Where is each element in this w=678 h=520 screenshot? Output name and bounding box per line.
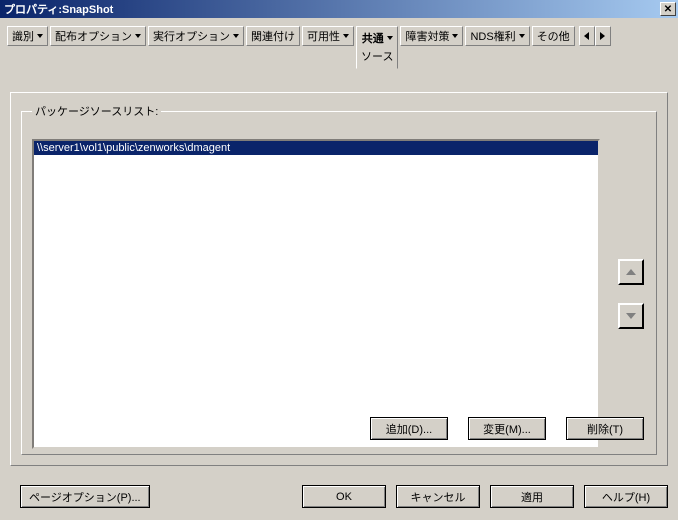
list-action-buttons: 追加(D)... 変更(M)... 削除(T) bbox=[370, 417, 644, 440]
close-button[interactable]: ✕ bbox=[660, 2, 676, 16]
tab-label: 共通 bbox=[362, 30, 384, 46]
tab-run-options[interactable]: 実行オプション bbox=[148, 26, 244, 46]
package-source-group: パッケージソースリスト: \\server1\vol1\public\zenwo… bbox=[21, 103, 657, 455]
tab-common[interactable]: 共通 ソース bbox=[356, 26, 398, 69]
page-options-button[interactable]: ページオプション(P)... bbox=[20, 485, 150, 508]
tab-strip: 識別 配布オプション 実行オプション 関連付け 可用性 共通 ソース 障害対策 bbox=[7, 26, 671, 66]
cancel-button[interactable]: キャンセル bbox=[396, 485, 480, 508]
add-button[interactable]: 追加(D)... bbox=[370, 417, 448, 440]
reorder-buttons bbox=[618, 259, 644, 329]
window-title: プロパティ:SnapShot bbox=[4, 1, 660, 17]
chevron-down-icon bbox=[343, 34, 349, 38]
move-down-button[interactable] bbox=[618, 303, 644, 329]
tab-label: 識別 bbox=[12, 28, 34, 44]
tab-distribution-options[interactable]: 配布オプション bbox=[50, 26, 146, 46]
chevron-down-icon bbox=[452, 34, 458, 38]
arrow-right-icon bbox=[600, 32, 605, 40]
dialog-buttons: ページオプション(P)... OK キャンセル 適用 ヘルプ(H) bbox=[10, 485, 668, 508]
tab-availability[interactable]: 可用性 bbox=[302, 26, 354, 46]
tab-scroll-right[interactable] bbox=[595, 26, 611, 46]
tab-label: 障害対策 bbox=[405, 28, 449, 44]
tab-label: 実行オプション bbox=[153, 28, 230, 44]
ok-button[interactable]: OK bbox=[302, 485, 386, 508]
tab-label: 関連付け bbox=[251, 28, 295, 44]
tab-scroll-left[interactable] bbox=[579, 26, 595, 46]
tab-identification[interactable]: 識別 bbox=[7, 26, 48, 46]
close-icon: ✕ bbox=[664, 4, 672, 15]
title-bar: プロパティ:SnapShot ✕ bbox=[0, 0, 678, 18]
chevron-down-icon bbox=[519, 34, 525, 38]
arrow-down-icon bbox=[626, 313, 636, 319]
apply-button[interactable]: 適用 bbox=[490, 485, 574, 508]
package-source-list[interactable]: \\server1\vol1\public\zenworks\dmagent bbox=[32, 139, 600, 449]
arrow-up-icon bbox=[626, 269, 636, 275]
tab-nds-rights[interactable]: NDS権利 bbox=[465, 26, 529, 46]
chevron-down-icon bbox=[135, 34, 141, 38]
tab-label: 可用性 bbox=[307, 28, 340, 44]
tab-sublabel: ソース bbox=[361, 48, 393, 64]
tab-other[interactable]: その他 bbox=[532, 26, 575, 46]
move-up-button[interactable] bbox=[618, 259, 644, 285]
list-item[interactable]: \\server1\vol1\public\zenworks\dmagent bbox=[34, 141, 598, 155]
arrow-left-icon bbox=[584, 32, 589, 40]
tab-fault-tolerance[interactable]: 障害対策 bbox=[400, 26, 463, 46]
tab-scroll-controls bbox=[579, 26, 611, 46]
help-button[interactable]: ヘルプ(H) bbox=[584, 485, 668, 508]
tab-label: NDS権利 bbox=[470, 28, 515, 44]
window-body: 識別 配布オプション 実行オプション 関連付け 可用性 共通 ソース 障害対策 bbox=[0, 18, 678, 520]
delete-button[interactable]: 削除(T) bbox=[566, 417, 644, 440]
tab-associations[interactable]: 関連付け bbox=[246, 26, 300, 46]
chevron-down-icon bbox=[37, 34, 43, 38]
content-panel: パッケージソースリスト: \\server1\vol1\public\zenwo… bbox=[10, 92, 668, 466]
tab-label: 配布オプション bbox=[55, 28, 132, 44]
groupbox-label: パッケージソースリスト: bbox=[32, 103, 161, 119]
change-button[interactable]: 変更(M)... bbox=[468, 417, 546, 440]
chevron-down-icon bbox=[233, 34, 239, 38]
chevron-down-icon bbox=[387, 36, 393, 40]
tab-label: その他 bbox=[537, 28, 570, 44]
